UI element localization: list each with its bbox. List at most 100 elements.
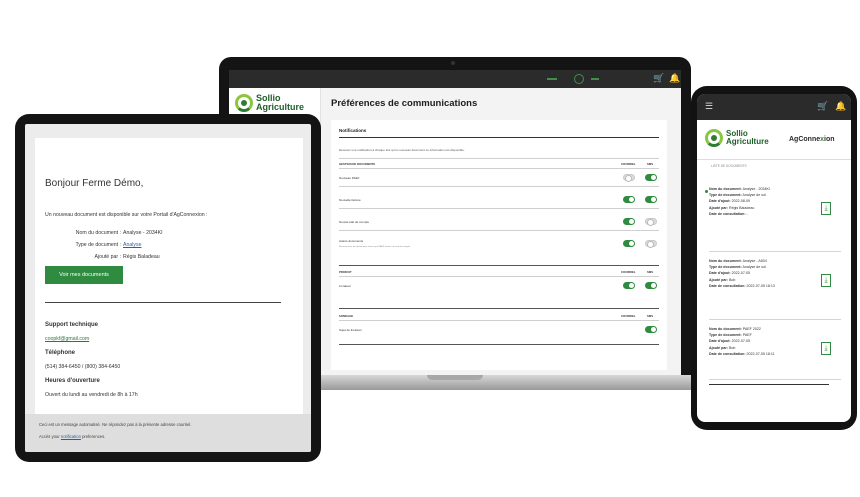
support-heading: Support technique bbox=[45, 322, 98, 328]
toggle-sms[interactable] bbox=[645, 326, 657, 333]
toggle-sms[interactable] bbox=[645, 282, 657, 289]
phone-brand-bar: Sollio Agriculture AgConnexion bbox=[697, 120, 851, 160]
field-value: Analyse - 2034KI bbox=[123, 230, 163, 236]
field-label: Type de document : bbox=[75, 242, 121, 248]
doc-type: Analyse de sol bbox=[742, 265, 766, 270]
brand-line2: Agriculture bbox=[726, 137, 769, 146]
toggle-email[interactable] bbox=[623, 174, 635, 182]
doc-name: Analyse - A504 bbox=[742, 259, 767, 263]
topbar-indicator bbox=[591, 78, 599, 80]
tablet-device: Bonjour Ferme Démo, Un nouveau document … bbox=[15, 114, 321, 462]
doc-date-label: Date d'ajout: bbox=[709, 271, 731, 276]
footer-prefix: Accès your bbox=[39, 434, 60, 439]
doc-name-label: Nom du document: bbox=[709, 327, 742, 331]
col-email: COURRIEL bbox=[621, 162, 636, 166]
divider bbox=[339, 208, 659, 209]
footer-disclaimer: Ceci est un message automatisé. Ne répon… bbox=[39, 422, 192, 427]
row-label: Nouvel état de compte bbox=[339, 220, 370, 224]
col-sms: SMS bbox=[647, 270, 654, 274]
download-icon[interactable]: ⤓ bbox=[821, 342, 831, 355]
topbar-indicator bbox=[547, 78, 557, 80]
sollio-logo[interactable]: Sollio Agriculture bbox=[705, 129, 769, 147]
toggle-sms[interactable] bbox=[645, 196, 657, 203]
doc-date: 2022-08-09 bbox=[731, 199, 751, 204]
list-title: LISTE DE DOCUMENTS bbox=[711, 164, 747, 168]
download-icon[interactable]: ⤓ bbox=[821, 202, 831, 215]
divider bbox=[339, 168, 659, 169]
divider bbox=[339, 320, 659, 321]
col-sms: SMS bbox=[647, 314, 654, 318]
toggle-sms[interactable] bbox=[645, 174, 657, 181]
document-type-link[interactable]: Analyse bbox=[123, 242, 141, 248]
toggle-sms[interactable] bbox=[645, 218, 657, 226]
col-email: COURRIEL bbox=[621, 270, 636, 274]
page-title: Préférences de communications bbox=[331, 98, 478, 109]
agc-part3: ion bbox=[824, 136, 835, 143]
sollio-logo[interactable]: Sollio Agriculture bbox=[235, 94, 304, 112]
doc-type-label: Type de document: bbox=[709, 265, 742, 270]
toggle-sms[interactable] bbox=[645, 240, 657, 248]
email-footer: Ceci est un message automatisé. Ne répon… bbox=[25, 414, 311, 452]
row-label: Livraison bbox=[339, 284, 352, 288]
col-email: COURRIEL bbox=[621, 314, 636, 318]
doc-consult: - bbox=[746, 211, 748, 216]
document-item[interactable]: Nom du document: Analyse - A504 Type de … bbox=[709, 258, 841, 320]
doc-added-by: Bob bbox=[728, 345, 736, 350]
menu-icon[interactable]: ☰ bbox=[705, 101, 713, 112]
row-sublabel: Recevez tous les documents autres que PA… bbox=[339, 246, 411, 248]
bell-icon[interactable]: 🔔 bbox=[669, 73, 680, 84]
top-bar: 🛒 🔔 bbox=[229, 70, 681, 88]
divider bbox=[339, 230, 659, 231]
field-label: Ajouté par : bbox=[94, 254, 121, 260]
new-indicator bbox=[705, 190, 708, 193]
email-intro: Un nouveau document est disponible sur v… bbox=[45, 212, 208, 218]
toggle-email[interactable] bbox=[623, 282, 635, 289]
cart-icon[interactable]: 🛒 bbox=[653, 73, 664, 84]
divider bbox=[339, 186, 659, 187]
phone-device: ☰ 🛒 🔔 Sollio Agriculture AgConnexion LIS… bbox=[691, 86, 857, 430]
divider bbox=[339, 137, 659, 138]
doc-consult-label: Date de consultation: bbox=[709, 283, 746, 288]
account-icon[interactable] bbox=[574, 74, 584, 84]
view-documents-button[interactable]: Voir mes documents bbox=[45, 266, 123, 284]
doc-date: 2022-07-05 bbox=[731, 271, 751, 276]
doc-type-label: Type de document: bbox=[709, 333, 742, 338]
download-icon[interactable]: ⤓ bbox=[821, 274, 831, 287]
section-heading: PRODUIT bbox=[339, 270, 352, 274]
phone-numbers: (514) 384-6450 / (800) 384-6450 bbox=[45, 364, 121, 370]
section-heading: GESTION DE DOCUMENTS bbox=[339, 162, 376, 166]
doc-type: Analyse de sol bbox=[742, 193, 766, 198]
brand-line2: Agriculture bbox=[256, 102, 305, 112]
agc-part1: AgConne bbox=[789, 136, 821, 143]
section-heading: SONDAGE bbox=[339, 314, 354, 318]
document-item[interactable]: Nom du document: Analyse - 2034KI Type d… bbox=[709, 186, 841, 252]
toggle-email[interactable] bbox=[623, 240, 635, 247]
doc-added-by-label: Ajouté par: bbox=[709, 345, 728, 350]
document-item[interactable]: Nom du document: PAEF 2022 Type de docum… bbox=[709, 326, 841, 380]
phone-screen: ☰ 🛒 🔔 Sollio Agriculture AgConnexion LIS… bbox=[697, 94, 851, 422]
divider bbox=[45, 302, 281, 303]
field-value: Régis Baladeau bbox=[123, 254, 160, 260]
agconnexion-logo: AgConnexion bbox=[789, 136, 835, 143]
doc-name: Analyse - 2034KI bbox=[742, 187, 770, 191]
notification-preferences-link[interactable]: notification bbox=[61, 434, 81, 439]
toggle-email[interactable] bbox=[623, 196, 635, 203]
row-label: Sujet de livraison bbox=[339, 328, 362, 332]
doc-added-by: Bob bbox=[728, 277, 736, 282]
doc-added-by: Régis Baladeau bbox=[728, 205, 755, 210]
toggle-email[interactable] bbox=[623, 218, 635, 225]
row-label: Nouvelle facture bbox=[339, 198, 361, 202]
camera bbox=[451, 61, 455, 65]
doc-date-label: Date d'ajout: bbox=[709, 199, 731, 204]
footer-suffix: preferences. bbox=[82, 434, 106, 439]
footer-preferences: Accès your notification preferences. bbox=[39, 434, 105, 439]
notifications-card: Notifications Recevez une notification à… bbox=[331, 120, 667, 370]
cart-icon[interactable]: 🛒 bbox=[817, 101, 828, 112]
doc-consult: 2022-07-05 18:11 bbox=[746, 351, 775, 356]
divider bbox=[339, 308, 659, 309]
doc-added-by-label: Ajouté par: bbox=[709, 205, 728, 210]
doc-date-label: Date d'ajout: bbox=[709, 339, 731, 344]
doc-type-label: Type de document: bbox=[709, 193, 742, 198]
support-email-link[interactable]: coopkf@gmail.com bbox=[45, 336, 89, 342]
bell-icon[interactable]: 🔔 bbox=[835, 101, 846, 112]
